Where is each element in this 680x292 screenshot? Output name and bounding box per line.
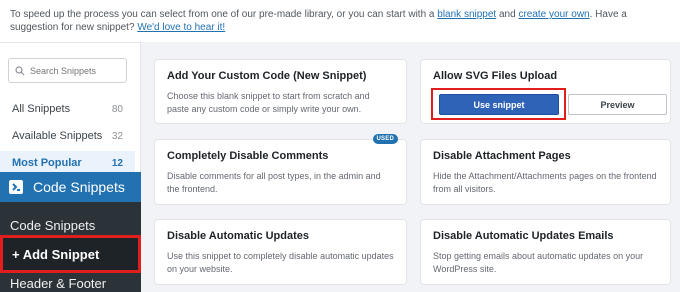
category-label: Available Snippets [12, 130, 103, 142]
search-snippets-input[interactable] [30, 65, 125, 76]
card-description: Disable comments for all post types, in … [167, 171, 381, 194]
card-title: Completely Disable Comments [167, 150, 329, 162]
intro-text-before: To speed up the process you can select f… [10, 9, 438, 20]
snippet-card-disable-attachment[interactable]: Disable Attachment Pages Hide the Attach… [420, 139, 671, 205]
category-count: 80 [111, 103, 123, 115]
card-title: Disable Attachment Pages [433, 150, 571, 162]
category-available-snippets[interactable]: Available Snippets 32 [0, 124, 135, 148]
search-icon [15, 65, 25, 75]
card-title: Allow SVG Files Upload [433, 70, 558, 82]
intro-text-and: and [496, 9, 519, 20]
card-description: Hide the Attachment/Attachments pages on… [433, 171, 657, 194]
category-count: 32 [111, 130, 123, 142]
menu-header-label: Code Snippets [33, 179, 125, 195]
used-badge: USED [372, 134, 398, 144]
create-your-own-link[interactable]: create your own [518, 9, 589, 20]
love-to-hear-link[interactable]: We'd love to hear it! [137, 22, 225, 33]
snippet-card-svg-upload[interactable]: Allow SVG Files Upload Use snippet Previ… [420, 59, 671, 124]
snippet-card-disable-comments[interactable]: USED Completely Disable Comments Disable… [154, 134, 407, 205]
code-snippets-icon [9, 180, 23, 194]
card-description: Choose this blank snippet to start from … [167, 91, 370, 114]
menu-item-header-footer[interactable]: Header & Footer [0, 270, 141, 292]
card-description: Stop getting emails about automatic upda… [433, 251, 644, 274]
card-description: Use this snippet to completely disable a… [167, 251, 394, 274]
search-box[interactable] [8, 58, 127, 83]
code-snippets-menu-header[interactable]: Code Snippets [0, 172, 141, 202]
card-title: Disable Automatic Updates [167, 230, 310, 242]
card-actions: Use snippet Preview [429, 88, 679, 120]
category-all-snippets[interactable]: All Snippets 80 [0, 97, 135, 121]
preview-button[interactable]: Preview [568, 94, 667, 115]
blank-snippet-link[interactable]: blank snippet [437, 9, 496, 20]
card-title: Disable Automatic Updates Emails [433, 230, 614, 242]
menu-item-add-snippet[interactable]: + Add Snippet [0, 235, 141, 273]
category-label: All Snippets [12, 103, 71, 115]
snippet-card-disable-updates[interactable]: Disable Automatic Updates Use this snipp… [154, 219, 407, 285]
category-label: Most Popular [12, 157, 82, 169]
wp-admin-menu: Code Snippets Code Snippets + Add Snippe… [0, 172, 141, 292]
snippet-card-custom-code[interactable]: Add Your Custom Code (New Snippet) Choos… [154, 59, 407, 124]
use-snippet-button[interactable]: Use snippet [439, 94, 559, 115]
card-title: Add Your Custom Code (New Snippet) [167, 70, 367, 82]
category-count: 12 [111, 157, 123, 169]
intro-text: To speed up the process you can select f… [0, 0, 680, 42]
snippet-card-disable-update-emails[interactable]: Disable Automatic Updates Emails Stop ge… [420, 219, 671, 285]
